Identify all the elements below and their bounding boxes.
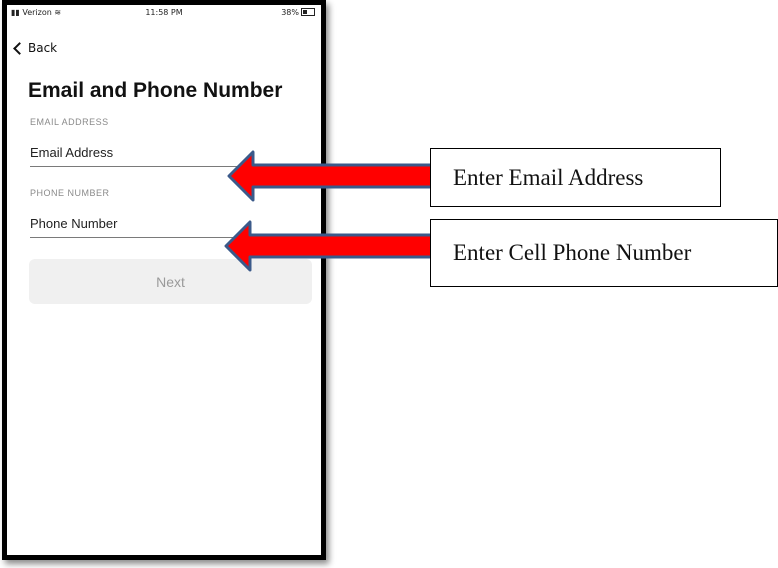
email-callout: Enter Email Address [430, 148, 721, 207]
back-button[interactable]: Back [13, 41, 58, 55]
battery-percent: 38% [281, 8, 299, 17]
phone-field[interactable] [30, 216, 307, 238]
phone-screen: ▮▮ Verizon ≋ 11:58 PM 38% Back Email and… [2, 0, 326, 560]
back-label: Back [28, 41, 58, 55]
battery-status: 38% [281, 8, 315, 17]
email-field[interactable] [30, 145, 307, 167]
next-button[interactable]: Next [29, 259, 312, 304]
status-bar: ▮▮ Verizon ≋ 11:58 PM 38% [11, 6, 317, 20]
phone-callout: Enter Cell Phone Number [430, 219, 778, 287]
chevron-left-icon [13, 41, 26, 55]
phone-caption: PHONE NUMBER [30, 188, 110, 198]
screenshot-stage: ▮▮ Verizon ≋ 11:58 PM 38% Back Email and… [0, 0, 778, 568]
battery-icon [301, 8, 315, 16]
page-title: Email and Phone Number [28, 79, 283, 102]
status-time: 11:58 PM [145, 8, 183, 17]
email-caption: EMAIL ADDRESS [30, 117, 109, 127]
